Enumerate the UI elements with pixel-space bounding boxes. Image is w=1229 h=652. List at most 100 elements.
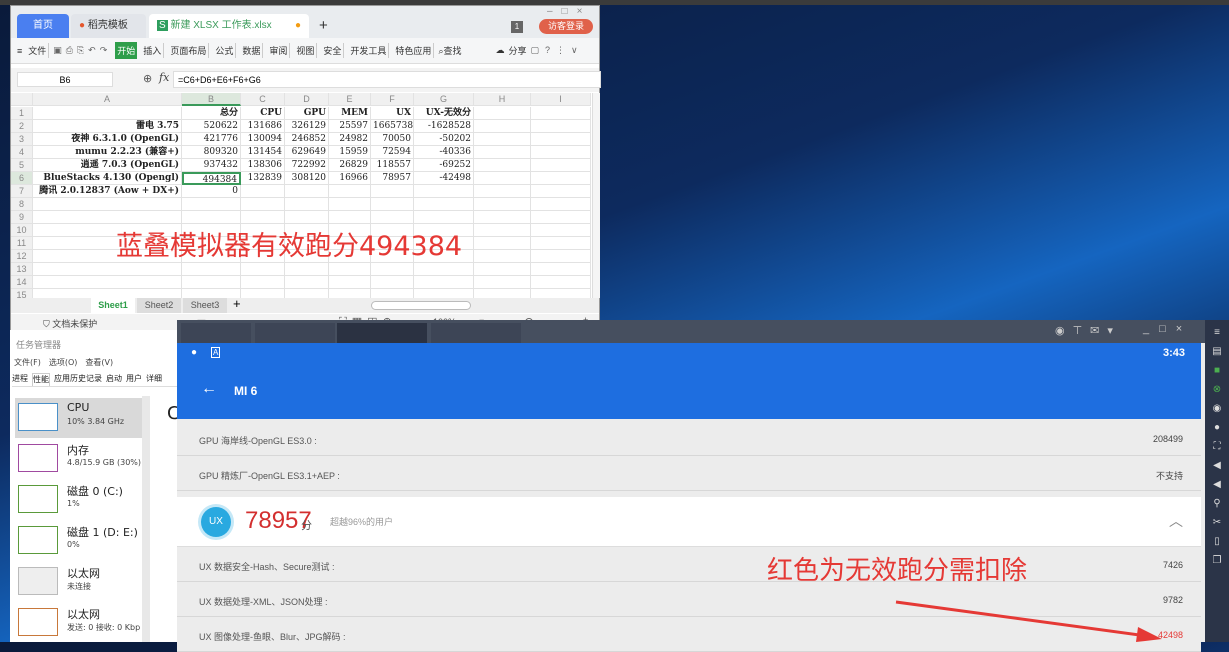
row-header[interactable]: 7 <box>11 185 33 198</box>
tab-templates[interactable]: ● 稻壳模板 <box>71 14 146 38</box>
row-header[interactable]: 2 <box>11 120 33 133</box>
cell[interactable] <box>531 185 591 198</box>
ux-score-section[interactable]: UX 78957 分 超越96%的用户 ︿ <box>177 497 1201 547</box>
cell[interactable]: 131454 <box>241 146 285 159</box>
tab-workbook[interactable]: S 新建 XLSX 工作表.xlsx ● <box>149 14 309 38</box>
cell[interactable] <box>531 107 591 120</box>
tab-users[interactable]: 用户 <box>126 373 142 386</box>
cell[interactable] <box>531 237 591 250</box>
cell[interactable] <box>531 276 591 289</box>
column-header[interactable]: I <box>531 93 591 106</box>
cell[interactable]: 722992 <box>285 159 329 172</box>
cell[interactable]: 78957 <box>371 172 414 185</box>
tab-start[interactable]: 开始 <box>115 42 138 59</box>
tab-performance[interactable]: 性能 <box>32 373 50 386</box>
cell[interactable] <box>182 276 241 289</box>
eye-icon[interactable]: ◉ <box>1211 403 1223 415</box>
cell[interactable] <box>474 185 531 198</box>
bluestacks-app-tab[interactable] <box>255 323 335 343</box>
cell[interactable]: 132839 <box>241 172 285 185</box>
cell[interactable] <box>33 276 182 289</box>
row-header[interactable]: 9 <box>11 211 33 224</box>
perf-item[interactable]: CPU 10% 3.84 GHz <box>15 398 145 438</box>
cell[interactable]: -42498 <box>414 172 474 185</box>
tab-formula[interactable]: 公式 <box>213 43 237 58</box>
cell[interactable] <box>414 185 474 198</box>
help-icons[interactable]: ▢?⋮∨ <box>531 45 584 56</box>
formula-input[interactable]: =C6+D6+E6+F6+G6 <box>173 71 601 88</box>
multi-instance-icon[interactable]: ❐ <box>1211 555 1223 567</box>
cell[interactable]: 25597 <box>329 120 371 133</box>
search-button[interactable]: ⌕查找 <box>438 44 461 57</box>
cell[interactable] <box>329 263 371 276</box>
gamepad-icon[interactable]: ⊗ <box>1211 384 1223 396</box>
cell[interactable] <box>414 276 474 289</box>
cell[interactable]: UX <box>371 107 414 120</box>
cell[interactable] <box>182 263 241 276</box>
cell[interactable]: 总分 <box>182 107 241 120</box>
selected-cell[interactable]: 494384 <box>182 172 241 185</box>
row-header[interactable]: 5 <box>11 159 33 172</box>
fullscreen-icon[interactable]: ⛶ <box>1211 441 1223 453</box>
cell[interactable]: -40336 <box>414 146 474 159</box>
tab-insert[interactable]: 插入 <box>141 43 165 58</box>
cell[interactable] <box>531 120 591 133</box>
cell[interactable] <box>531 146 591 159</box>
perf-item[interactable]: 内存 4.8/15.9 GB (30%) <box>15 439 145 479</box>
cell[interactable]: -50202 <box>414 133 474 146</box>
menu-options[interactable]: 选项(O) <box>49 357 78 368</box>
menu-file[interactable]: 文件(F) <box>14 357 41 368</box>
row-header[interactable]: 12 <box>11 250 33 263</box>
cell[interactable] <box>182 198 241 211</box>
cell[interactable] <box>371 211 414 224</box>
column-header[interactable]: A <box>33 93 182 106</box>
cell[interactable] <box>531 172 591 185</box>
menu-icon[interactable]: ≡ <box>1211 327 1223 339</box>
perf-item[interactable]: 以太网 未连接 <box>15 562 145 602</box>
column-header[interactable]: F <box>371 93 414 106</box>
cell[interactable]: UX-无效分 <box>414 107 474 120</box>
cell[interactable]: 246852 <box>285 133 329 146</box>
volume-up-icon[interactable]: ◀ <box>1211 460 1223 472</box>
cell[interactable]: BlueStacks 4.130 (Opengl) <box>33 172 182 185</box>
title-bar-icons[interactable]: ◉⊤✉▾ <box>1055 324 1121 337</box>
cell[interactable] <box>371 263 414 276</box>
cell[interactable] <box>329 198 371 211</box>
cell[interactable]: -69252 <box>414 159 474 172</box>
cell[interactable]: 逍遥 7.0.3 (OpenGL) <box>33 159 182 172</box>
row-header[interactable]: 4 <box>11 146 33 159</box>
cell[interactable]: 520622 <box>182 120 241 133</box>
perf-item[interactable]: 磁盘 0 (C:) 1% <box>15 480 145 520</box>
cell[interactable] <box>285 276 329 289</box>
cell[interactable]: 夜神 6.3.1.0 (OpenGL) <box>33 133 182 146</box>
cell[interactable]: 130094 <box>241 133 285 146</box>
column-header[interactable]: D <box>285 93 329 106</box>
doc-protection-status[interactable]: ⛉ 文档未保护 <box>43 317 97 330</box>
cell[interactable] <box>285 198 329 211</box>
toggle-icon[interactable]: ■ <box>1211 365 1223 377</box>
cell[interactable]: -1628528 <box>414 120 474 133</box>
guest-login-button[interactable]: 访客登录 <box>539 19 593 34</box>
cell[interactable] <box>33 198 182 211</box>
bluestacks-app-tab[interactable] <box>431 323 521 343</box>
name-box[interactable]: B6 <box>17 72 113 87</box>
perf-item[interactable]: 磁盘 1 (D: E:) 0% <box>15 521 145 561</box>
cell[interactable] <box>414 263 474 276</box>
cell[interactable] <box>241 276 285 289</box>
cell[interactable] <box>33 211 182 224</box>
collapse-chevron-icon[interactable]: ︿ <box>1169 511 1183 531</box>
cell[interactable] <box>285 185 329 198</box>
cell[interactable]: 16966 <box>329 172 371 185</box>
keyboard-icon[interactable]: ▤ <box>1211 346 1223 358</box>
cell[interactable]: 138306 <box>241 159 285 172</box>
zoom-lookup-icon[interactable]: ⊕ <box>143 72 152 85</box>
cell[interactable] <box>241 263 285 276</box>
tab-features[interactable]: 特色应用 <box>393 43 435 58</box>
horizontal-scrollbar[interactable] <box>371 301 471 310</box>
cell[interactable]: 24982 <box>329 133 371 146</box>
cell[interactable] <box>474 159 531 172</box>
cell[interactable]: 809320 <box>182 146 241 159</box>
cell[interactable] <box>531 263 591 276</box>
perf-item[interactable]: 以太网 发送: 0 接收: 0 Kbp <box>15 603 145 643</box>
row-header[interactable]: 3 <box>11 133 33 146</box>
